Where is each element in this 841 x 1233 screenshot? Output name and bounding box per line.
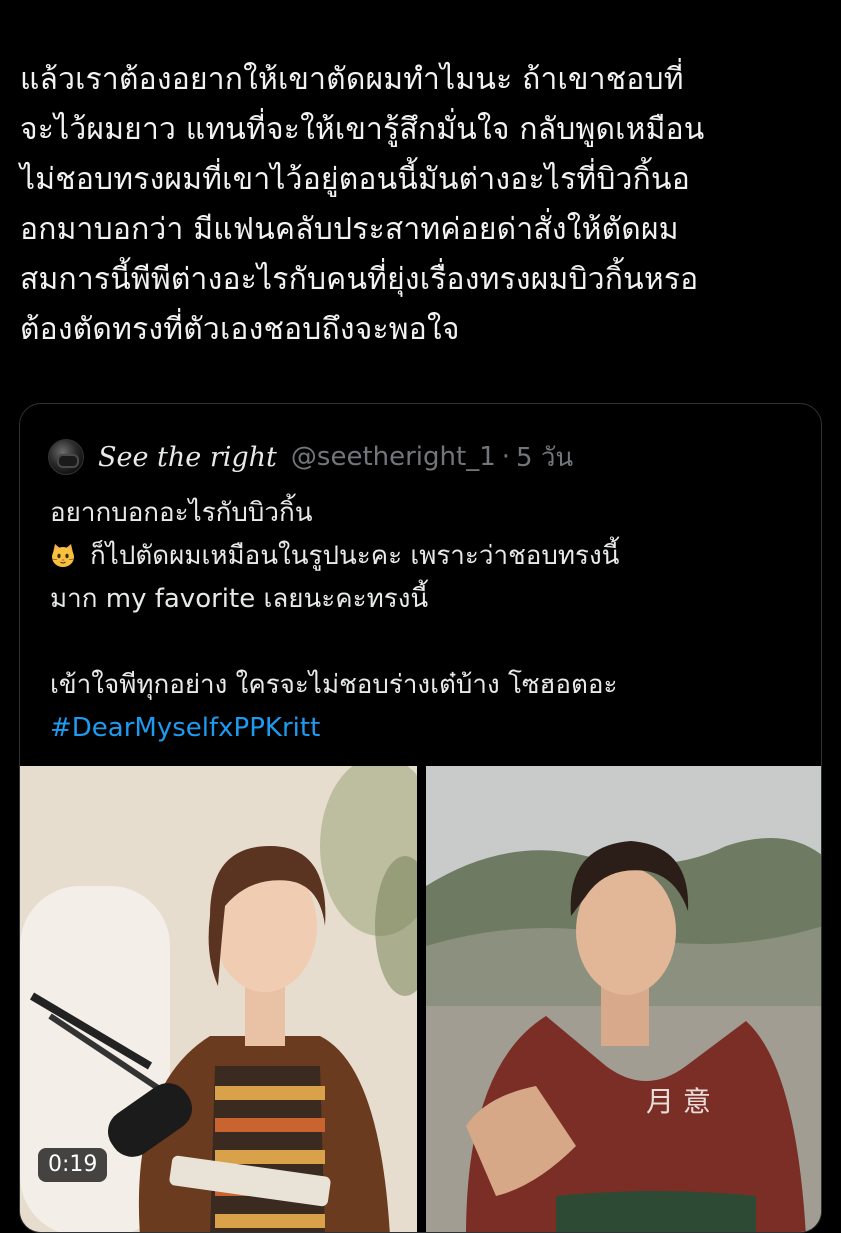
tweet-text-line: ไม่ชอบทรงผมที่เขาไว้อยู่ตอนนี้มันต่างอะไ… <box>20 162 690 197</box>
tweet-text-line: แล้วเราต้องอยากให้เขาตัดผมทำไมนะ ถ้าเขาช… <box>20 62 684 97</box>
quoted-text-line: เข้าใจพีทุกอย่าง ใครจะไม่ชอบร่างเต๋บ้าง … <box>50 670 618 700</box>
quoted-display-name[interactable]: See the right <box>98 442 277 473</box>
quoted-handle[interactable]: @seetheright_1 <box>291 442 496 472</box>
photo-thumbnail[interactable]: 月 意 <box>426 766 821 1232</box>
quoted-tweet-header: See the right @seetheright_1 · 5 วัน <box>48 436 573 478</box>
tweet-text-line: ต้องตัดทรงที่ตัวเองชอบถึงจะพอใจ <box>20 312 460 347</box>
quoted-text-line: อยากบอกอะไรกับบิวกิ้น <box>50 498 313 528</box>
video-thumbnail[interactable]: 0:19 <box>20 766 417 1232</box>
quoted-text-line: มาก my favorite เลยนะคะทรงนี้ <box>50 584 429 614</box>
hashtag-link[interactable]: #DearMyselfxPPKritt <box>50 707 810 750</box>
tweet-text-line: อกมาบอกว่า มีแฟนคลับประสาทค่อยด่าสั่งให้… <box>20 212 679 247</box>
tweet-text: แล้วเราต้องอยากให้เขาตัดผมทำไมนะ ถ้าเขาช… <box>20 55 825 355</box>
quoted-tweet-text: อยากบอกอะไรกับบิวกิ้น ก็ไปตัดผมเหมือนในร… <box>50 492 810 750</box>
tweet-text-line: สมการนี้พีพีต่างอะไรกับคนที่ยุ่งเรื่องทร… <box>20 262 699 297</box>
photo-thumbnail-image: 月 意 <box>426 766 821 1232</box>
quoted-text-line: ก็ไปตัดผมเหมือนในรูปนะคะ เพราะว่าชอบทรงน… <box>50 535 810 578</box>
cat-face-emoji-icon <box>50 539 76 567</box>
quoted-text-fragment: ก็ไปตัดผมเหมือนในรูปนะคะ เพราะว่าชอบทรงน… <box>90 541 620 571</box>
video-duration: 0:19 <box>38 1148 108 1182</box>
tweet-text-line: จะไว้ผมยาว แทนที่จะให้เขารู้สึกมั่นใจ กล… <box>20 112 705 147</box>
quoted-tweet-card[interactable]: See the right @seetheright_1 · 5 วัน อยา… <box>19 403 822 1233</box>
separator-dot: · <box>501 442 511 472</box>
quoted-timestamp[interactable]: 5 วัน <box>516 437 573 478</box>
avatar[interactable] <box>48 439 84 475</box>
shirt-print: 月 意 <box>646 1085 711 1118</box>
